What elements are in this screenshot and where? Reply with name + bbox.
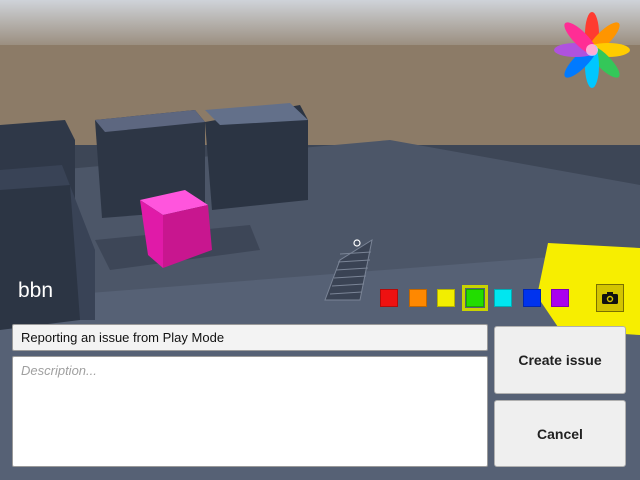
color-swatch[interactable] (380, 289, 398, 307)
color-swatch[interactable] (522, 289, 541, 307)
screenshot-button[interactable] (596, 284, 624, 312)
cancel-button[interactable]: Cancel (494, 400, 626, 467)
color-swatch[interactable] (437, 289, 455, 307)
color-swatch[interactable] (551, 289, 569, 307)
description-textarea[interactable]: Description... (12, 356, 488, 467)
create-issue-button[interactable]: Create issue (494, 326, 626, 394)
color-swatch[interactable] (461, 285, 488, 311)
color-swatch[interactable] (494, 289, 512, 307)
issue-title-input[interactable]: Reporting an issue from Play Mode (12, 324, 488, 351)
color-swatch[interactable] (408, 289, 427, 307)
camera-icon (602, 292, 618, 304)
player-name-label: bbn (18, 279, 54, 302)
app-logo-icon (554, 12, 630, 88)
